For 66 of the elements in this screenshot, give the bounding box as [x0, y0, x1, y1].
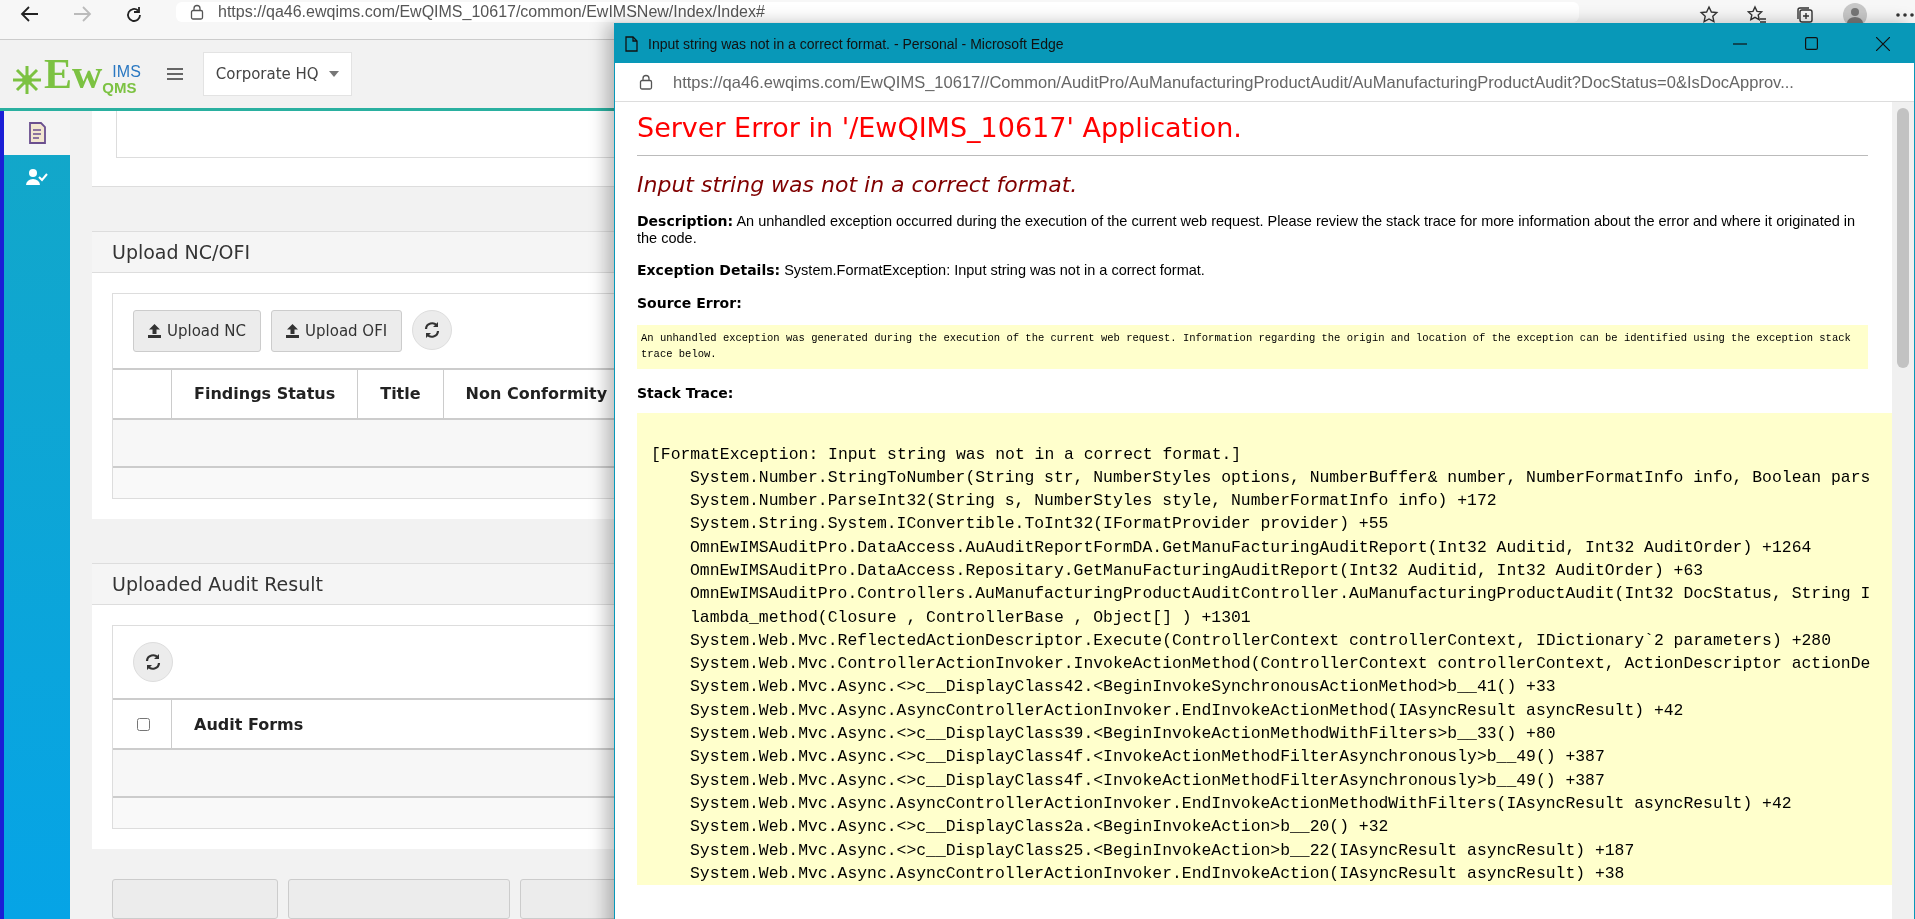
menu-icon[interactable]: [166, 67, 183, 81]
stack-frame: System.Web.Mvc.Async.<>c__DisplayClass39.<BeginInvokeActionMethodWithFilters>b__33() +80: [651, 722, 1892, 746]
stack-frame: System.Web.Mvc.ReflectedActionDescriptor.Execute(ControllerContext controllerContext, IDictionary`2 parameters) +280: [651, 628, 1892, 653]
back-icon[interactable]: [20, 5, 40, 23]
stack-frame: System.Web.Mvc.Async.<>c__DisplayClass4f.<InvokeActionMethodFilterAsynchronously>b__49() +387: [651, 745, 1892, 769]
error-message: Input string was not in a correct format.: [637, 172, 1079, 197]
close-icon[interactable]: [1876, 36, 1890, 51]
column-header: Title: [358, 369, 444, 418]
stack-frame: lambda_method(Closure , ControllerBase , Object[] ) +1301: [651, 605, 1892, 629]
document-icon: [27, 121, 47, 145]
url-text: https://qa46.ewqims.com/EwQIMS_10617//Common/AuditPro/AuManufacturingProductAudit/AuManufacturingProductAudit?DocStatus=0&IsDocApprov...: [673, 72, 1794, 92]
stack-frame: System.Number.StringToNumber(String str, NumberStyles options, NumberBuffer& number, NumberFormatInfo info, Boolean pars: [651, 465, 1892, 490]
section-label: Stack Trace:: [637, 384, 735, 401]
column-header: Findings Status: [172, 369, 359, 418]
logo-text: QMS: [102, 80, 138, 95]
stack-frame: System.Web.Mvc.Async.AsyncControllerActionInvoker.EndInvokeActionMethod(IAsyncResult asyncResult) +42: [651, 698, 1892, 723]
upload-button[interactable]: Upload NC: [133, 309, 262, 352]
page-icon: [625, 35, 638, 52]
stack-frame: System.Web.Mvc.Async.<>c__DisplayClass4f.<InvokeActionMethodFilterAsynchronously>b__49() +387: [651, 768, 1892, 792]
upload-icon: [286, 323, 300, 338]
scrollbar-thumb[interactable]: [1897, 108, 1909, 368]
refresh-icon[interactable]: [124, 5, 144, 25]
select-all-checkbox[interactable]: [137, 717, 150, 731]
stack-frame: OmnEwIMSAuditPro.Controllers.AuManufacturingProductAuditController.AuManufacturingProductAudit(Int32 DocStatus, String I: [651, 582, 1892, 606]
stack-frame: System.Number.ParseInt32(String s, NumberStyles style, NumberFormatInfo info) +172: [651, 489, 1892, 513]
error-detail: Description: An unhandled exception occurred during the execution of the current web request. Please review the stack trace for more information about the error and where it originated in the code.: [637, 213, 1857, 247]
minimize-icon[interactable]: [1733, 42, 1747, 45]
error-heading: Server Error in '/EwQIMS_10617' Application.: [637, 112, 1243, 143]
maximize-icon[interactable]: [1805, 37, 1818, 50]
stack-frame: System.Web.Mvc.Async.<>c__DisplayClass2a.<BeginInvokeAction>b__20() +32: [651, 815, 1892, 839]
lock-icon: [190, 4, 204, 20]
stack-frame: OmnEwIMSAuditPro.DataAccess.AuAuditReportFormDA.GetManuFacturingAuditReport(Int32 Auditid, Int32 AuditOrder) +1264: [651, 535, 1892, 559]
sunburst-icon: [12, 65, 42, 95]
refresh-icon: [423, 320, 442, 339]
stack-frame: System.Web.Mvc.Async.AsyncControllerActionInvoker.EndInvokeActionMethodWithFilters(IAsyncResult asyncResult) +42: [651, 791, 1892, 816]
upload-button[interactable]: Upload OFI: [271, 309, 403, 352]
stack-frame: System.Web.Mvc.Async.<>c__DisplayClass25.<BeginInvokeAction>b__22(IAsyncResult asyncResult) +187: [651, 838, 1892, 862]
stack-frame: OmnEwIMSAuditPro.DataAccess.Repositary.GetManuFacturingAuditReport(Int32 Auditid, Int32 AuditOrder) +63: [651, 559, 1892, 583]
source-error-text: An unhandled exception was generated during the execution of the current web request. Information regarding the origin and location of the exception can be identified using the exception stack trace below.: [641, 332, 1851, 360]
logo-text: Ew: [44, 53, 103, 95]
logo-text: IMS: [111, 64, 141, 80]
sidebar-item[interactable]: [4, 111, 70, 155]
stack-frame: System.Web.Mvc.Async.<>c__DisplayClass42.<BeginInvokeSynchronousActionMethod>b__41() +33: [651, 675, 1892, 699]
star-icon[interactable]: [1699, 5, 1719, 25]
lock-icon: [639, 74, 653, 90]
stack-frame: System.String.System.IConvertible.ToInt32(IFormatProvider provider) +55: [651, 512, 1892, 536]
section-title: Upload NC/OFI: [112, 240, 250, 263]
address-bar[interactable]: https://qa46.ewqims.com/EwQIMS_10617/common/EwIMSNew/Index/Index#: [176, 2, 1579, 22]
refresh-button[interactable]: [133, 642, 173, 682]
error-detail: Exception Details: System.FormatException: Input string was not in a correct format.: [637, 262, 1206, 279]
more-icon[interactable]: [1895, 12, 1915, 18]
window-title: Input string was not in a correct format. - Personal - Microsoft Edge: [648, 35, 1064, 52]
url-text: https://qa46.ewqims.com/EwQIMS_10617/common/EwIMSNew/Index/Index#: [218, 3, 765, 21]
upload-icon: [148, 323, 161, 338]
scrollbar[interactable]: [1892, 102, 1914, 919]
site-dropdown[interactable]: Corporate HQ: [202, 52, 352, 96]
stack-frame: System.Web.Mvc.Async.AsyncControllerActionInvoker.EndInvokeAction(IAsyncResult asyncResult) +38: [651, 861, 1892, 886]
collections-icon[interactable]: [1795, 5, 1815, 25]
refresh-icon: [144, 653, 162, 671]
stack-frame: System.Web.Mvc.ControllerActionInvoker.InvokeActionMethod(ControllerContext controllerContext, ActionDescriptor actionDe: [651, 652, 1892, 676]
section-title: Uploaded Audit Result: [112, 572, 323, 595]
favorites-icon[interactable]: [1747, 5, 1767, 25]
exception-line: [FormatException: Input string was not in a correct format.]: [651, 443, 1243, 466]
user-check-icon: [26, 168, 48, 186]
caret-icon: [328, 71, 339, 77]
section-label: Source Error:: [637, 295, 743, 311]
